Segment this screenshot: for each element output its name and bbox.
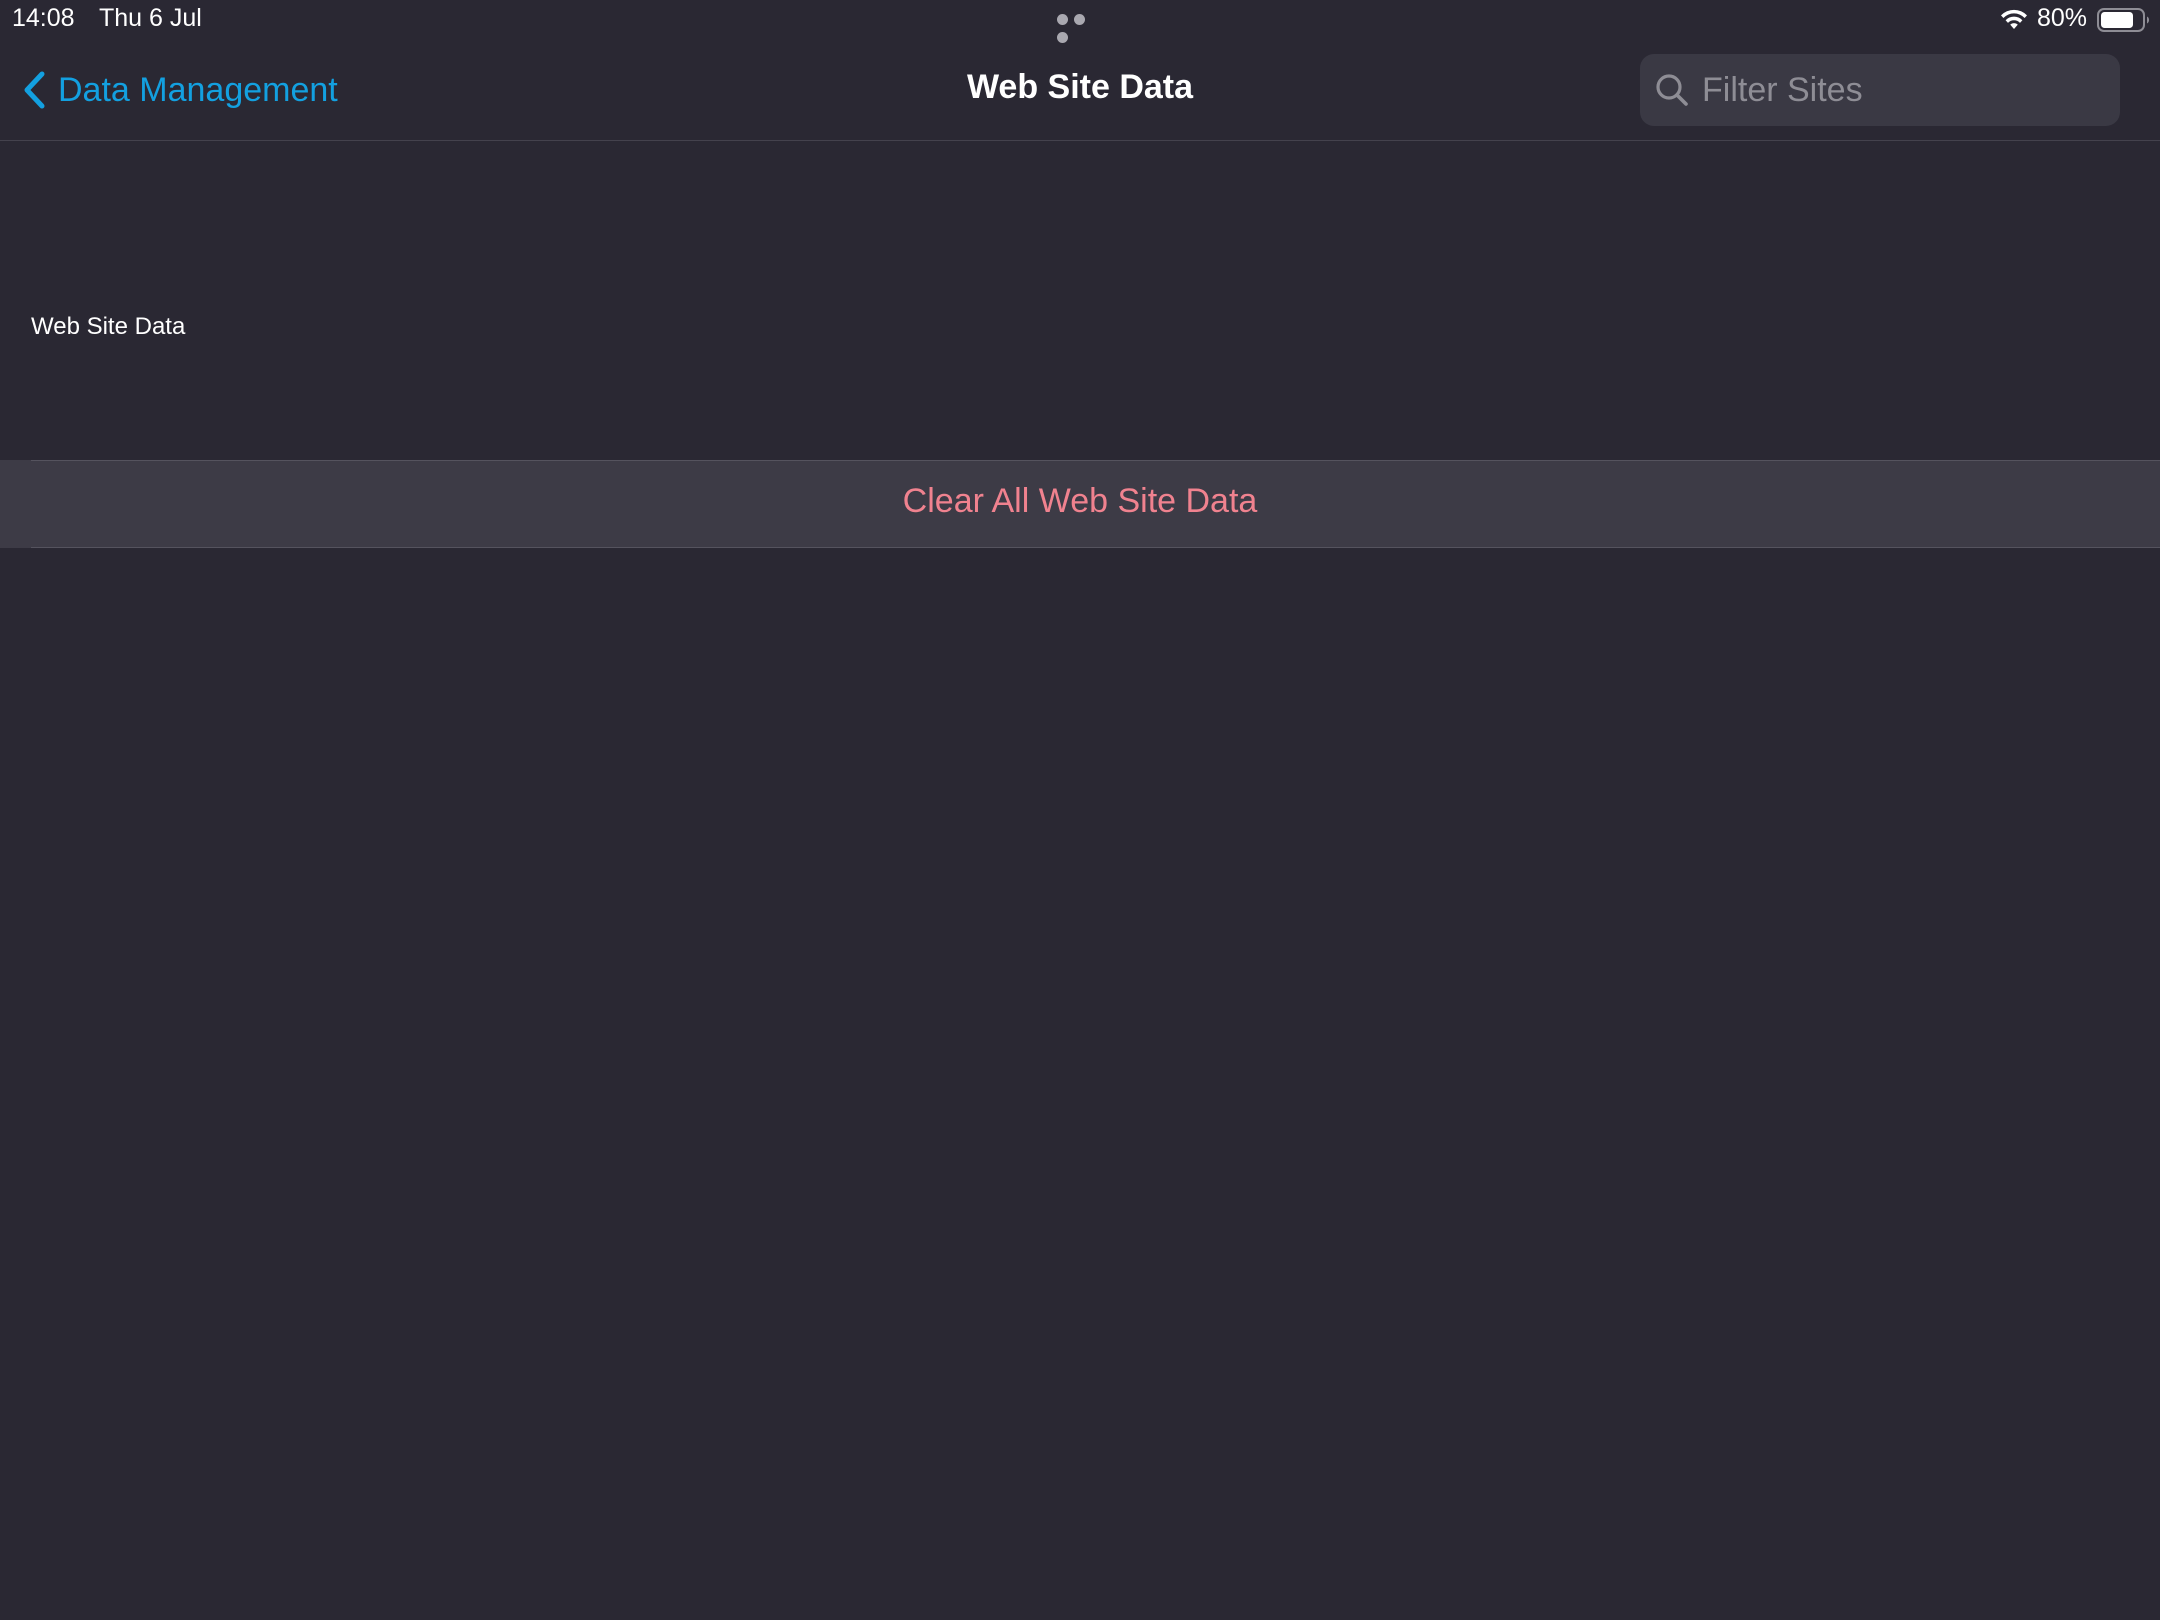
search-box[interactable] (1640, 54, 2120, 126)
battery-percent: 80% (2037, 4, 2088, 32)
navigation-bar: Data Management Web Site Data (0, 40, 2160, 141)
multitask-dots-icon[interactable] (1057, 14, 1103, 43)
clear-all-web-site-data-label: Clear All Web Site Data (902, 482, 1258, 520)
status-date: Thu 6 Jul (99, 4, 202, 32)
status-bar: 14:08 Thu 6 Jul 80% (0, 0, 2160, 43)
row-separator (31, 460, 2160, 461)
section-header: Web Site Data (31, 313, 186, 340)
filter-sites-input[interactable] (1702, 70, 2120, 110)
battery-icon (2097, 8, 2150, 32)
screen: 14:08 Thu 6 Jul 80% Data Management Web … (0, 0, 2160, 1620)
status-time: 14:08 (12, 4, 75, 32)
search-icon (1656, 74, 1688, 106)
row-separator (31, 547, 2160, 548)
clear-all-web-site-data-button[interactable]: Clear All Web Site Data (0, 460, 2160, 548)
wifi-icon (2001, 9, 2027, 29)
